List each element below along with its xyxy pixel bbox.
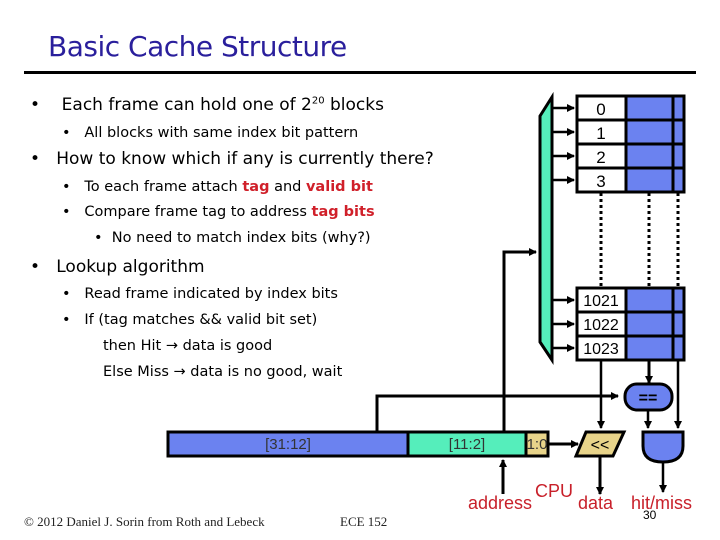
frame-index-1022: 1022 xyxy=(583,317,619,334)
comparator-label: == xyxy=(639,390,658,407)
address-tag-line xyxy=(375,392,619,432)
and-gate xyxy=(641,430,685,464)
shifter-label: << xyxy=(591,437,610,454)
address-label: address xyxy=(468,493,532,513)
page-number: 30 xyxy=(643,508,657,522)
frame-index-0: 0 xyxy=(596,100,605,119)
tag-field-label: [31:12] xyxy=(265,436,311,453)
decoder-output-arrows xyxy=(552,104,575,352)
index-field-label: [11:2] xyxy=(449,436,485,453)
footer-credit: © 2012 Daniel J. Sorin from Roth and Leb… xyxy=(24,514,265,529)
data-label: data xyxy=(578,493,614,513)
frame-index-3: 3 xyxy=(596,172,605,191)
frame-index-1023: 1023 xyxy=(583,341,619,358)
offset-field-label: 1:0 xyxy=(527,436,548,453)
address-index-line xyxy=(502,248,537,432)
ellipsis-dotted-lines xyxy=(599,193,680,287)
frame-index-1021: 1021 xyxy=(583,293,619,310)
cache-diagram: 0 1 2 3 1021 1022 1023 == [31:12] [11:2]… xyxy=(166,91,692,513)
frame-index-2: 2 xyxy=(596,148,605,167)
index-decoder xyxy=(538,91,554,365)
footer-course: ECE 152 xyxy=(340,514,388,529)
cache-frames-top xyxy=(575,94,686,194)
address-register xyxy=(166,430,550,458)
hit-miss-label: hit/miss xyxy=(631,493,692,513)
frame-index-1: 1 xyxy=(596,124,605,143)
cpu-label: CPU xyxy=(535,481,573,501)
